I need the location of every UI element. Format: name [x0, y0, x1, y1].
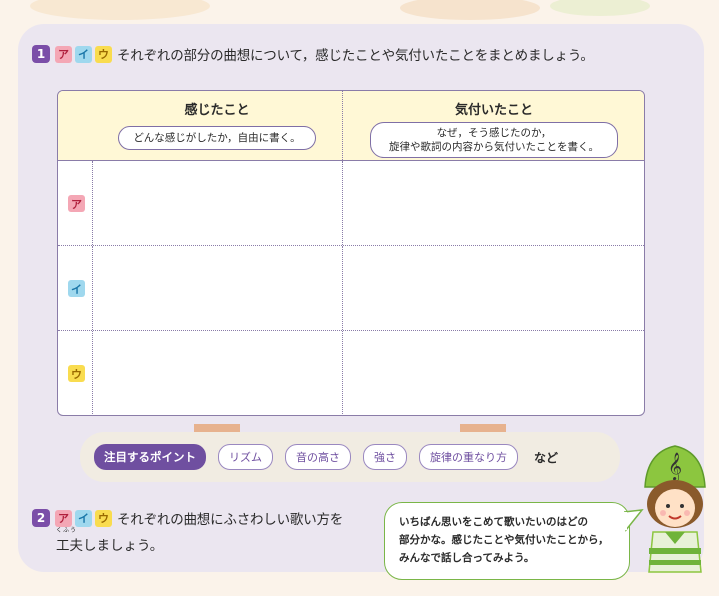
- column-divider: [342, 246, 343, 330]
- point-pitch: 音の高さ: [285, 444, 351, 470]
- worksheet-table: 感じたこと どんな感じがしたか，自由に書く。 気付いたこと なぜ，そう感じたのか…: [57, 90, 645, 416]
- column-divider: [342, 91, 343, 160]
- bubble-line2: 部分かな。感じたことや気付いたことから，: [399, 534, 609, 546]
- header-felt-title: 感じたこと: [184, 103, 250, 118]
- question-text-line2-content: 工夫しましょう。: [56, 538, 164, 554]
- question-number: 2: [32, 509, 50, 527]
- table-row: イ: [58, 246, 644, 331]
- bubble-line1: いちばん思いをこめて歌いたいのはどの: [399, 516, 588, 528]
- header-noticed-hint-line2: 旋律や歌詞の内容から気付いたことを書く。: [389, 141, 599, 153]
- focus-points-bar: 注目するポイント リズム 音の高さ 強さ 旋律の重なり方 など: [80, 432, 620, 482]
- key-i-badge: イ: [75, 509, 92, 527]
- header-noticed-hint: なぜ，そう感じたのか， 旋律や歌詞の内容から気付いたことを書く。: [370, 122, 618, 158]
- svg-text:𝄞: 𝄞: [668, 452, 682, 481]
- bubble-line3: みんなで話し合ってみよう。: [399, 552, 535, 564]
- key-a-badge: ア: [55, 45, 72, 63]
- focus-points-label: 注目するポイント: [94, 444, 206, 470]
- header-noticed-title: 気付いたこと: [454, 103, 533, 118]
- ruby-reading: くふう: [56, 527, 78, 534]
- column-divider: [342, 331, 343, 415]
- point-dynamics: 強さ: [363, 444, 407, 470]
- header-felt-hint: どんな感じがしたか，自由に書く。: [118, 126, 316, 150]
- row-key-u: ウ: [68, 365, 85, 382]
- header-felt: 感じたこと どんな感じがしたか，自由に書く。: [92, 91, 342, 161]
- points-suffix: など: [534, 450, 559, 465]
- question-text: それぞれの部分の曲想について，感じたことや気付いたことをまとめましょう。: [117, 48, 594, 64]
- row-key-a: ア: [68, 195, 85, 212]
- music-note-character-illustration: 𝄞: [644, 445, 706, 573]
- row-label-divider: [92, 161, 93, 245]
- question-number: 1: [32, 45, 50, 63]
- question-2: 2 ア イ ウ それぞれの曲想にふさわしい歌い方を くふう 工夫しましょう。: [32, 508, 392, 554]
- speech-bubble: いちばん思いをこめて歌いたいのはどの 部分かな。感じたことや気付いたことから， …: [384, 502, 630, 580]
- question-text-line1: それぞれの曲想にふさわしい歌い方を: [117, 512, 344, 528]
- key-u-badge: ウ: [95, 509, 112, 527]
- row-key-i: イ: [68, 280, 85, 297]
- question-text-line2: くふう 工夫しましょう。: [56, 527, 392, 554]
- row-label-divider: [92, 331, 93, 415]
- table-row: ウ: [58, 331, 644, 415]
- point-melody-layering: 旋律の重なり方: [419, 444, 518, 470]
- header-noticed-hint-line1: なぜ，そう感じたのか，: [436, 127, 552, 139]
- table-header: 感じたこと どんな感じがしたか，自由に書く。 気付いたこと なぜ，そう感じたのか…: [58, 91, 644, 161]
- header-noticed: 気付いたこと なぜ，そう感じたのか， 旋律や歌詞の内容から気付いたことを書く。: [344, 91, 644, 161]
- key-a-badge: ア: [55, 509, 72, 527]
- row-label-divider: [92, 246, 93, 330]
- table-row: ア: [58, 161, 644, 246]
- point-rhythm: リズム: [218, 444, 273, 470]
- column-divider: [342, 161, 343, 245]
- key-u-badge: ウ: [95, 45, 112, 63]
- key-i-badge: イ: [75, 45, 92, 63]
- question-1: 1 ア イ ウ それぞれの部分の曲想について，感じたことや気付いたことをまとめま…: [32, 44, 594, 64]
